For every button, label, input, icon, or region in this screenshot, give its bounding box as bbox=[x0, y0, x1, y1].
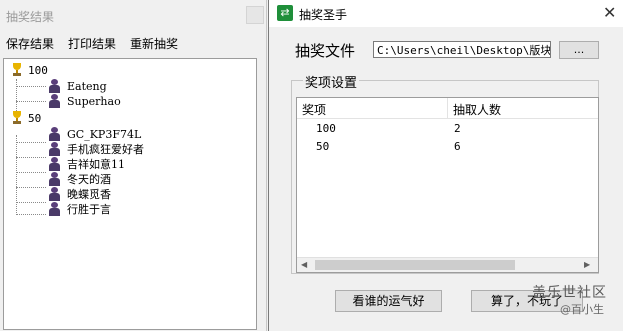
winner-name: GC_KP3F74L bbox=[67, 127, 142, 141]
tree-connector bbox=[16, 101, 46, 102]
tree-connector bbox=[16, 142, 46, 143]
trophy-icon bbox=[10, 111, 24, 125]
table-row[interactable]: 100 2 bbox=[297, 120, 598, 138]
user-icon bbox=[48, 202, 61, 216]
tree-leaf[interactable]: Superhao bbox=[48, 94, 121, 108]
results-window: 抽奖结果 保存结果 打印结果 重新抽奖 100 Eateng Superhao bbox=[0, 0, 267, 331]
tree-node-label: 50 bbox=[28, 111, 42, 125]
tree-leaf[interactable]: 冬天的酒 bbox=[48, 172, 111, 186]
tree-node-label: 100 bbox=[28, 63, 48, 77]
winner-name: Superhao bbox=[67, 94, 121, 108]
tree-connector bbox=[16, 187, 46, 188]
menu-print-results[interactable]: 打印结果 bbox=[68, 35, 116, 52]
user-icon bbox=[48, 79, 61, 93]
winner-name: 行胜于言 bbox=[67, 203, 111, 216]
cell-prize: 50 bbox=[316, 140, 330, 153]
watermark-text: 盖乐世社区 bbox=[532, 285, 607, 301]
scrollbar-thumb[interactable] bbox=[315, 260, 515, 270]
results-menu: 保存结果 打印结果 重新抽奖 bbox=[6, 35, 178, 52]
user-icon bbox=[48, 187, 61, 201]
menu-redraw[interactable]: 重新抽奖 bbox=[130, 35, 178, 52]
tree-node-prize-50[interactable]: 50 bbox=[10, 111, 41, 125]
watermark-author: @百小生 bbox=[560, 303, 604, 316]
user-icon bbox=[48, 157, 61, 171]
tree-leaf[interactable]: 吉祥如意11 bbox=[48, 157, 125, 171]
winner-name: Eateng bbox=[67, 79, 107, 93]
results-tree[interactable]: 100 Eateng Superhao 50 GC_KP3F74L 手机疯狂爱好… bbox=[3, 58, 257, 330]
trophy-icon bbox=[10, 63, 24, 77]
cell-count: 6 bbox=[454, 140, 461, 153]
menu-save-results[interactable]: 保存结果 bbox=[6, 35, 54, 52]
prize-table[interactable]: 奖项 抽取人数 100 2 50 6 ◀ ▶ bbox=[296, 97, 599, 273]
tree-connector bbox=[16, 214, 46, 215]
scroll-left-icon[interactable]: ◀ bbox=[301, 260, 307, 269]
winner-name: 晚蝶觅香 bbox=[67, 188, 111, 201]
scroll-right-icon[interactable]: ▶ bbox=[584, 260, 590, 269]
draw-button[interactable]: 看谁的运气好 bbox=[335, 290, 442, 312]
tree-connector bbox=[16, 79, 17, 111]
cell-prize: 100 bbox=[316, 122, 336, 135]
tree-leaf[interactable]: 行胜于言 bbox=[48, 202, 111, 216]
browse-button[interactable]: ... bbox=[559, 41, 599, 59]
user-icon bbox=[48, 94, 61, 108]
tree-connector bbox=[16, 157, 46, 158]
prize-settings-label: 奖项设置 bbox=[303, 72, 360, 91]
tree-leaf[interactable]: 晚蝶觅香 bbox=[48, 187, 111, 201]
tree-leaf[interactable]: GC_KP3F74L bbox=[48, 127, 141, 141]
tree-leaf[interactable]: Eateng bbox=[48, 79, 107, 93]
table-row[interactable]: 50 6 bbox=[297, 138, 598, 156]
table-header: 奖项 抽取人数 bbox=[297, 98, 598, 119]
title-bar[interactable]: ⇄ 抽奖圣手 ✕ bbox=[269, 0, 623, 27]
user-icon bbox=[48, 142, 61, 156]
cell-count: 2 bbox=[454, 122, 461, 135]
results-close-button[interactable] bbox=[246, 6, 264, 24]
results-window-title: 抽奖结果 bbox=[6, 10, 55, 24]
column-header-count[interactable]: 抽取人数 bbox=[453, 101, 501, 118]
column-header-prize[interactable]: 奖项 bbox=[302, 101, 326, 118]
file-path-field[interactable]: C:\Users\cheil\Desktop\版块活 bbox=[373, 41, 551, 58]
tree-connector bbox=[16, 202, 46, 203]
winner-name: 吉祥如意11 bbox=[67, 158, 125, 171]
column-divider[interactable] bbox=[447, 98, 448, 118]
user-icon bbox=[48, 172, 61, 186]
tree-connector bbox=[16, 172, 46, 173]
winner-name: 手机疯狂爱好者 bbox=[67, 143, 144, 156]
app-icon: ⇄ bbox=[277, 5, 293, 21]
tree-node-prize-100[interactable]: 100 bbox=[10, 63, 48, 77]
tree-leaf[interactable]: 手机疯狂爱好者 bbox=[48, 142, 144, 156]
close-icon[interactable]: ✕ bbox=[603, 3, 616, 22]
winner-name: 冬天的酒 bbox=[67, 173, 111, 186]
window-title: 抽奖圣手 bbox=[299, 8, 348, 22]
horizontal-scrollbar[interactable]: ◀ ▶ bbox=[297, 257, 598, 272]
tree-connector bbox=[16, 86, 46, 87]
user-icon bbox=[48, 127, 61, 141]
file-label: 抽奖文件 bbox=[295, 42, 356, 60]
